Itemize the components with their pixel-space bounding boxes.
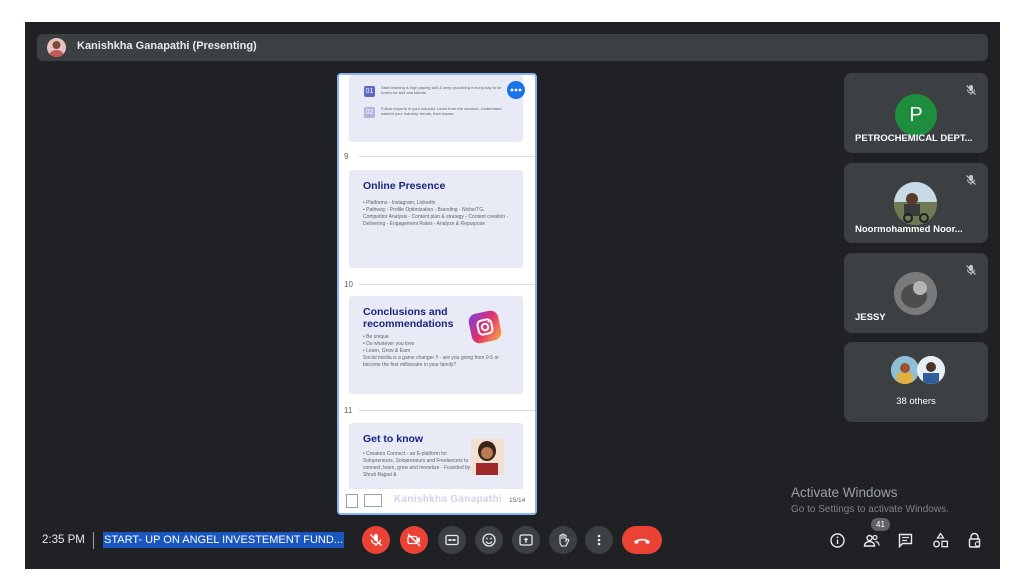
present-screen-button[interactable] <box>512 526 540 554</box>
participant-avatar <box>891 356 919 384</box>
captions-button[interactable] <box>438 526 466 554</box>
participant-count-badge: 41 <box>871 518 890 531</box>
mic-off-icon <box>966 175 976 185</box>
phone-hangup-icon <box>634 538 650 544</box>
slide-title-10: Conclusions and recommendations <box>363 306 454 330</box>
activate-windows-subtitle: Go to Settings to activate Windows. <box>791 504 949 515</box>
slide-card-11[interactable]: Get to know • Creators Connect - an E-pl… <box>349 423 523 493</box>
camera-button[interactable] <box>400 526 428 554</box>
others-count: 38 others <box>896 396 936 407</box>
divider <box>93 532 94 549</box>
participant-avatar <box>917 356 945 384</box>
more-options-button[interactable] <box>507 81 525 99</box>
mic-off-icon <box>966 265 976 275</box>
present-screen-icon <box>519 534 533 546</box>
outline-toggle-icon[interactable] <box>346 494 358 508</box>
participant-tile[interactable]: P PETROCHEMICAL DEPT... <box>844 73 988 153</box>
more-options-button[interactable] <box>585 526 613 554</box>
emoji-reaction-button[interactable] <box>475 526 503 554</box>
presenter-name: Kanishkha Ganapathi (Presenting) <box>77 40 257 52</box>
slide-title-11: Get to know <box>363 433 424 445</box>
participant-avatar <box>894 182 937 225</box>
activities-icon[interactable] <box>932 532 949 549</box>
slide-text-10: • Be unique • Do whatever you love • Lea… <box>363 334 499 368</box>
meet-window: Kanishkha Ganapathi (Presenting) 01 Star… <box>25 22 1000 569</box>
clock: 2:35 PM <box>42 534 85 546</box>
presenter-avatar <box>47 38 66 57</box>
slide-text-9: • Platforms - Instagram, Linkedin • Path… <box>363 200 509 227</box>
more-horizontal-icon <box>510 88 522 92</box>
raise-hand-button[interactable] <box>549 526 577 554</box>
participant-initial-avatar: P <box>895 94 937 136</box>
slide-footer: Kanishkha Ganapathi 15/14 <box>339 489 535 513</box>
slide-divider <box>359 410 535 411</box>
people-icon[interactable] <box>863 532 880 549</box>
participant-name: PETROCHEMICAL DEPT... <box>855 133 973 144</box>
participant-tile[interactable]: JESSY <box>844 253 988 333</box>
participant-name: Noormohammed Noor... <box>855 224 963 235</box>
participant-tile[interactable]: Noormohammed Noor... <box>844 163 988 243</box>
presenter-bar: Kanishkha Ganapathi (Presenting) <box>37 34 988 61</box>
item-text-1: Start learning is high paying skill & ke… <box>381 85 502 95</box>
microphone-button[interactable] <box>362 526 390 554</box>
slide-number-11: 11 <box>344 406 353 415</box>
activate-windows-title: Activate Windows <box>791 485 898 500</box>
mic-off-icon <box>369 533 383 547</box>
slide-divider <box>359 284 535 285</box>
captions-icon <box>445 534 459 546</box>
meeting-details-icon[interactable] <box>829 532 846 549</box>
item-text-2: Follow experts in your industry. Learn f… <box>381 106 502 116</box>
avatar-initial: P <box>909 104 923 126</box>
others-tile[interactable]: 38 others <box>844 342 988 422</box>
host-controls-icon[interactable] <box>966 532 983 549</box>
slide-card-10[interactable]: Conclusions and recommendations • Be uni… <box>349 296 523 394</box>
slide-divider <box>359 156 535 157</box>
meeting-title: START- UP ON ANGEL INVESTEMENT FUND... <box>103 532 344 548</box>
item-badge-2: 02 <box>364 107 375 118</box>
slide-card-1: 01 Start learning is high paying skill &… <box>349 75 523 142</box>
slide-text-11: • Creators Connect - an E-platform for S… <box>363 451 471 478</box>
slide-title-9: Online Presence <box>363 180 446 192</box>
chat-icon[interactable] <box>897 532 914 549</box>
hand-icon <box>559 533 570 547</box>
presentation-screen[interactable]: 01 Start learning is high paying skill &… <box>337 73 537 515</box>
item-badge-1: 01 <box>364 86 375 97</box>
mic-off-icon <box>966 85 976 95</box>
slide-number-9: 9 <box>344 152 349 161</box>
more-vertical-icon <box>597 534 601 546</box>
footer-presenter-name: Kanishkha Ganapathi <box>394 494 502 505</box>
slide-number-10: 10 <box>344 280 353 289</box>
participant-avatar <box>894 272 937 315</box>
emoji-icon <box>482 533 496 547</box>
participant-name: JESSY <box>855 312 886 323</box>
leave-call-button[interactable] <box>622 526 662 554</box>
page-indicator: 15/14 <box>509 497 526 504</box>
camera-off-icon <box>407 533 421 547</box>
founder-photo <box>471 439 504 475</box>
grid-view-icon[interactable] <box>364 494 382 507</box>
slide-card-9[interactable]: Online Presence • Platforms - Instagram,… <box>349 170 523 268</box>
